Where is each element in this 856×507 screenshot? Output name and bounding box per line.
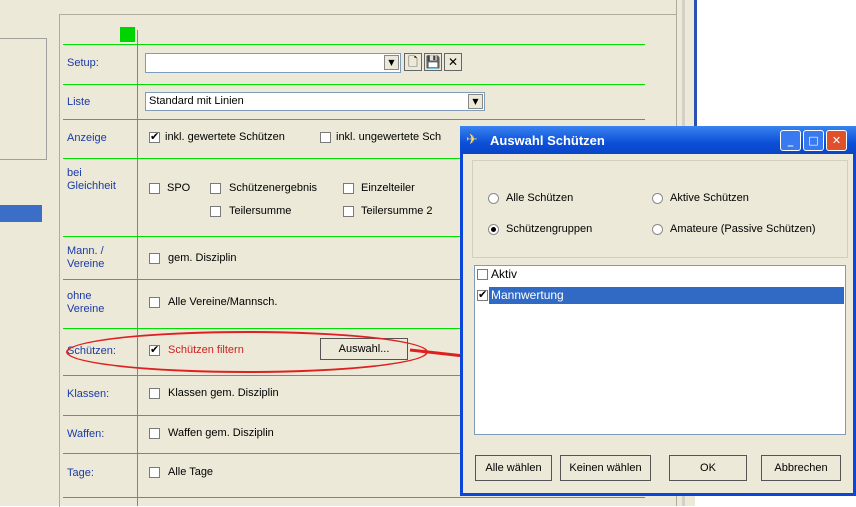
spo-text: SPO: [167, 182, 191, 194]
guide-line: [137, 30, 138, 506]
teilersumme2-text: Teilersumme 2: [361, 205, 433, 217]
abbrechen-button[interactable]: Abbrechen: [761, 455, 841, 481]
waffen-text: Waffen gem. Disziplin: [168, 427, 274, 439]
schuetzenergebnis-checkbox[interactable]: [210, 183, 221, 194]
setup-label: Setup:: [67, 57, 99, 69]
left-selection-bar[interactable]: [0, 205, 42, 222]
liste-label: Liste: [67, 96, 91, 108]
einzelteiler-text: Einzelteiler: [361, 182, 415, 194]
ohne-vereine-label: ohne Vereine: [67, 290, 105, 315]
guide-line: [63, 84, 645, 85]
left-panel-box: [0, 38, 47, 160]
alle-waehlen-button[interactable]: Alle wählen: [475, 455, 552, 481]
gleichheit-label: bei Gleichheit: [67, 167, 116, 192]
delete-icon[interactable]: ✕: [444, 53, 462, 71]
tage-checkbox[interactable]: [149, 467, 160, 478]
liste-combo-value: Standard mit Linien: [149, 95, 244, 107]
anzeige-label: Anzeige: [67, 132, 107, 144]
dropdown-arrow-icon[interactable]: ▼: [384, 55, 399, 70]
ok-button[interactable]: OK: [669, 455, 747, 481]
mann-disziplin-text: gem. Disziplin: [168, 252, 237, 264]
radio-group: [472, 160, 848, 258]
aktive-schuetzen-radio[interactable]: [652, 193, 663, 204]
klassen-checkbox[interactable]: [149, 388, 160, 399]
klassen-text: Klassen gem. Disziplin: [168, 387, 279, 399]
aktive-schuetzen-text: Aktive Schützen: [670, 192, 749, 204]
aktiv-checkbox[interactable]: [477, 269, 488, 280]
guide-line: [63, 44, 645, 45]
tage-text: Alle Tage: [168, 466, 214, 478]
new-document-icon[interactable]: 🗋: [404, 53, 422, 71]
mann-disziplin-checkbox[interactable]: [149, 253, 160, 264]
schuetzengruppen-radio[interactable]: [488, 224, 499, 235]
schuetzenergebnis-text: Schützenergebnis: [229, 182, 318, 194]
green-marker: [120, 27, 135, 42]
aktiv-item-text: Aktiv: [491, 267, 518, 281]
close-icon[interactable]: ✕: [826, 130, 847, 151]
amateure-text: Amateure (Passive Schützen): [670, 223, 816, 235]
teilersumme2-checkbox[interactable]: [343, 206, 354, 217]
dialog-titlebar: ✈ Auswahl Schützen _ □ ✕: [460, 126, 856, 154]
alle-schuetzen-radio[interactable]: [488, 193, 499, 204]
save-icon[interactable]: 💾: [424, 53, 442, 71]
spo-checkbox[interactable]: [149, 183, 160, 194]
guide-line: [63, 119, 645, 120]
dialog-title: Auswahl Schützen: [490, 133, 605, 148]
alle-schuetzen-text: Alle Schützen: [506, 192, 574, 204]
setup-combo[interactable]: ▼: [145, 53, 401, 73]
tage-label: Tage:: [67, 467, 94, 479]
liste-combo[interactable]: Standard mit Linien ▼: [145, 92, 485, 111]
anzeige-gewertete-text: inkl. gewertete Schützen: [165, 131, 285, 143]
highlight-oval: [66, 331, 428, 373]
minimize-icon[interactable]: _: [780, 130, 801, 151]
mannwertung-item-text: Mannwertung: [491, 288, 564, 302]
klassen-label: Klassen:: [67, 388, 110, 400]
alle-vereine-checkbox[interactable]: [149, 297, 160, 308]
teilersumme-checkbox[interactable]: [210, 206, 221, 217]
mann-vereine-label: Mann. / Vereine: [67, 245, 105, 270]
mannwertung-checkbox[interactable]: [477, 288, 488, 301]
schuetzengruppen-text: Schützengruppen: [506, 223, 593, 235]
alle-vereine-text: Alle Vereine/Mannsch.: [168, 296, 278, 308]
teilersumme-text: Teilersumme: [229, 205, 292, 217]
anzeige-gewertete-checkbox[interactable]: [149, 130, 160, 143]
dropdown-arrow-icon[interactable]: ▼: [468, 94, 483, 109]
guide-line: [63, 497, 645, 498]
einzelteiler-checkbox[interactable]: [343, 183, 354, 194]
maximize-icon[interactable]: □: [803, 130, 824, 151]
anzeige-ungewertete-checkbox[interactable]: [320, 132, 331, 143]
app-icon: ✈: [466, 132, 478, 148]
waffen-checkbox[interactable]: [149, 428, 160, 439]
anzeige-ungewertete-text: inkl. ungewertete Sch: [336, 131, 442, 143]
amateure-radio[interactable]: [652, 224, 663, 235]
waffen-label: Waffen:: [67, 428, 105, 440]
keinen-waehlen-button[interactable]: Keinen wählen: [560, 455, 651, 481]
